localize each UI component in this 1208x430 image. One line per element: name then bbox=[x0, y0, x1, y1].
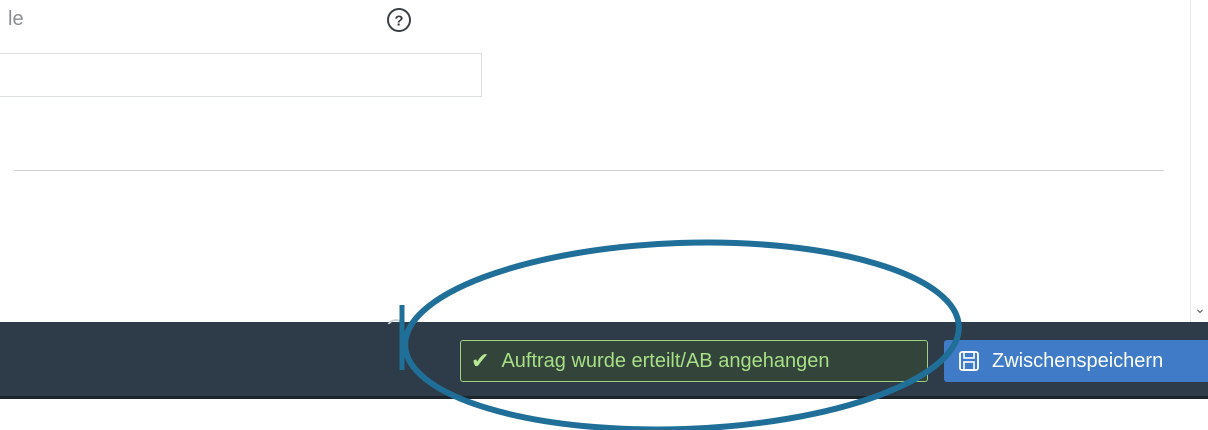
section-divider bbox=[14, 170, 1164, 171]
text-input-field[interactable] bbox=[0, 53, 482, 97]
status-message: ✔ Auftrag wurde erteilt/AB angehangen bbox=[460, 340, 928, 382]
footer-bottom-border bbox=[0, 396, 1208, 399]
floppy-disk-icon bbox=[959, 351, 979, 371]
save-draft-button[interactable]: Zwischenspeichern bbox=[944, 340, 1208, 382]
question-circle-icon[interactable]: ? bbox=[385, 6, 413, 34]
svg-text:?: ? bbox=[394, 13, 403, 30]
partial-circle-icon bbox=[386, 312, 406, 324]
vertical-scrollbar[interactable] bbox=[1190, 0, 1208, 322]
field-label: le bbox=[8, 8, 24, 30]
status-message-text: Auftrag wurde erteilt/AB angehangen bbox=[501, 349, 830, 372]
checkmark-icon: ✔ bbox=[471, 348, 490, 373]
save-draft-label: Zwischenspeichern bbox=[992, 349, 1164, 372]
scroll-down-arrow-icon[interactable]: ⌄ bbox=[1193, 300, 1207, 316]
